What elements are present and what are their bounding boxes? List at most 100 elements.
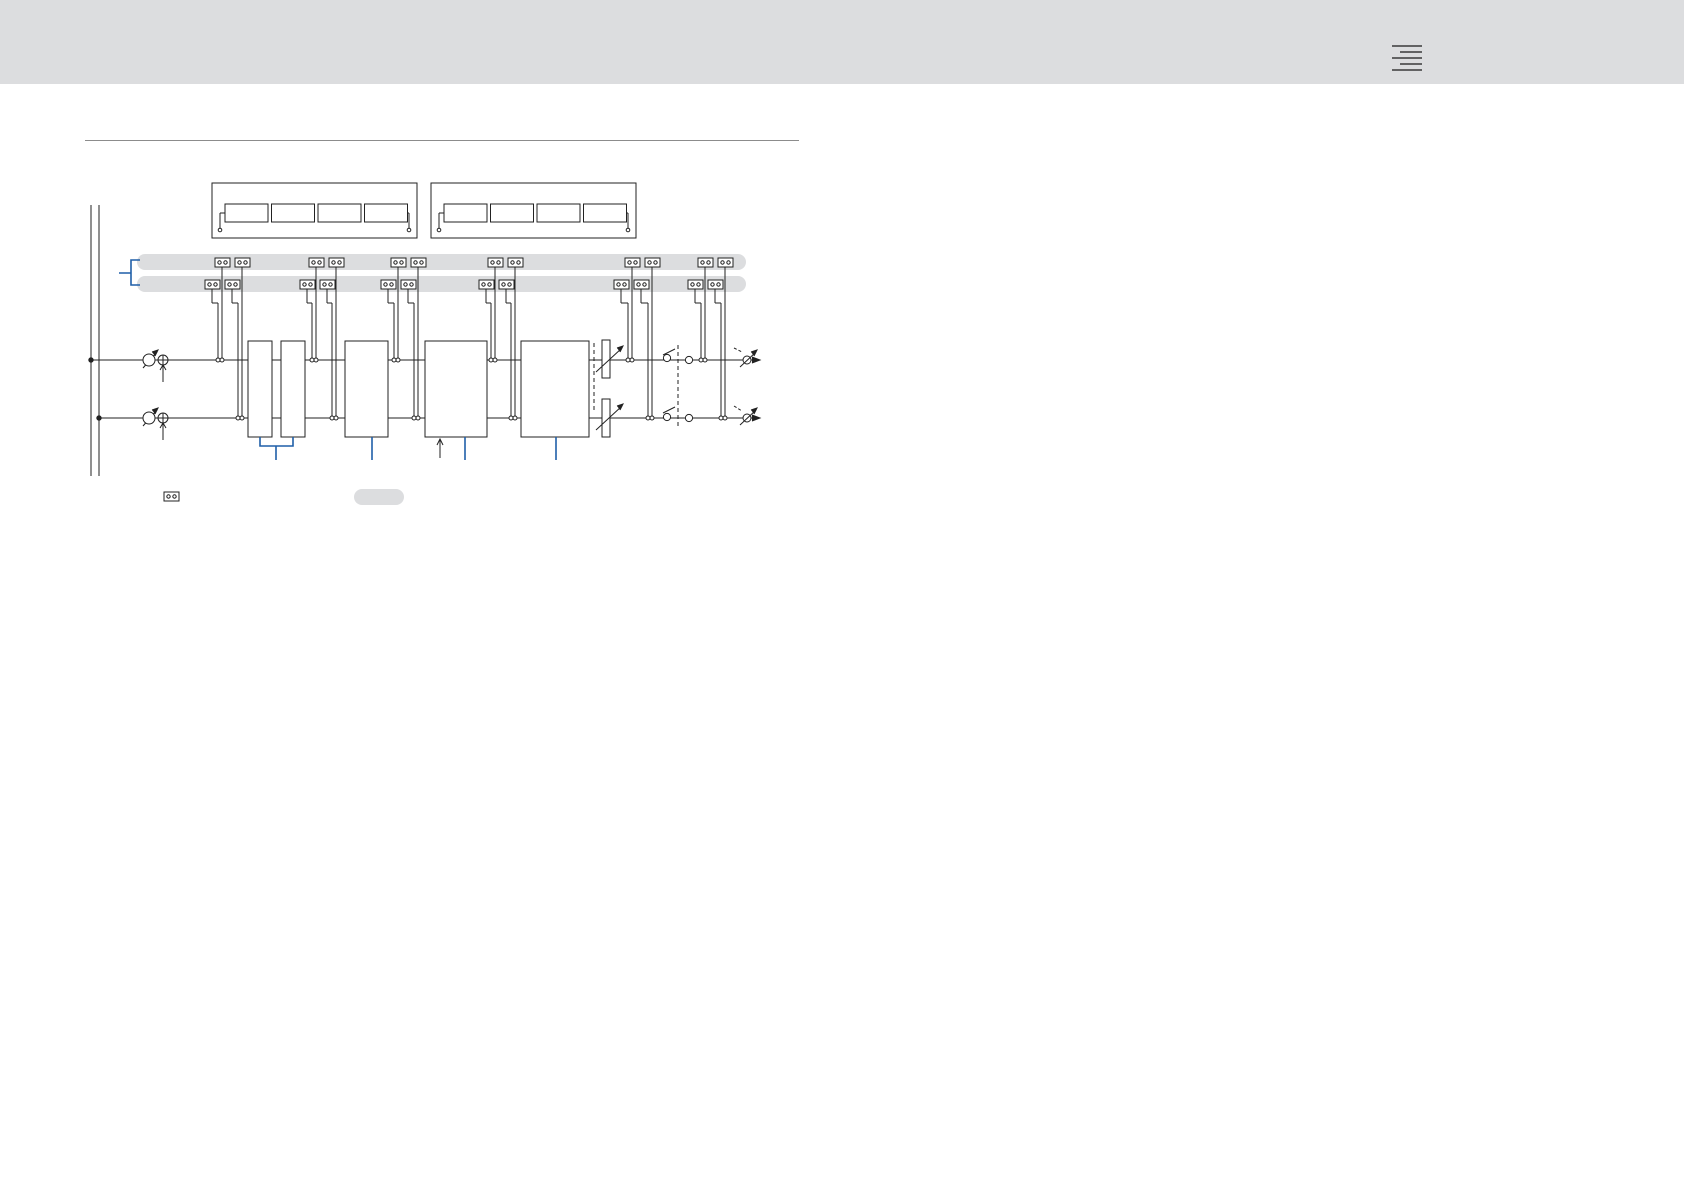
tap-point: [395, 357, 401, 363]
tap-point: [391, 357, 397, 363]
bus-bracket: [119, 259, 140, 286]
processing-block: [520, 340, 590, 438]
callout-bracket: [259, 437, 294, 460]
trim-knob: [142, 411, 156, 425]
jack-body: [697, 257, 714, 268]
tap-point: [698, 357, 704, 363]
tap-point: [215, 357, 221, 363]
patch-jack-icon: [390, 257, 407, 268]
jack-body: [624, 257, 641, 268]
jack-body: [478, 279, 495, 290]
tap-point: [625, 357, 631, 363]
tap-point: [649, 415, 655, 421]
arrow-head: [616, 345, 624, 353]
tap-point: [219, 357, 225, 363]
patch-jack-icon: [633, 279, 650, 290]
jack-body: [224, 279, 241, 290]
tap-point: [722, 415, 728, 421]
panel-slot: [583, 203, 627, 223]
patch-jack-icon: [697, 257, 714, 268]
switch-contact: [662, 412, 672, 422]
jack-body: [390, 257, 407, 268]
patch-jack-icon: [410, 257, 427, 268]
patch-jack-icon: [487, 257, 504, 268]
panel-slot: [271, 203, 315, 223]
processing-block: [424, 340, 488, 438]
signal-flow-diagram: [88, 182, 762, 505]
jack-body: [487, 257, 504, 268]
patch-jack-icon: [234, 257, 251, 268]
jack-body: [613, 279, 630, 290]
tap-point: [235, 415, 241, 421]
jack-body: [687, 279, 704, 290]
panel-slot: [536, 203, 581, 223]
patch-jack-icon: [717, 257, 734, 268]
jack-body: [308, 257, 325, 268]
patch-jack-icon: [478, 279, 495, 290]
patch-jack-icon: [163, 491, 180, 502]
jack-body: [380, 279, 397, 290]
arrow-head: [616, 403, 624, 411]
tap-point: [629, 357, 635, 363]
patch-jack-icon: [400, 279, 417, 290]
panel-slot: [317, 203, 362, 223]
switch-contact: [684, 413, 694, 423]
panel-terminal: [436, 227, 442, 233]
jack-body: [707, 279, 724, 290]
switch-blade: [662, 348, 676, 356]
processing-block: [280, 340, 306, 438]
switch-contact: [684, 355, 694, 365]
patch-jack-icon: [380, 279, 397, 290]
jack-body: [328, 257, 345, 268]
tap-point: [702, 357, 708, 363]
switch-blade: [662, 406, 676, 414]
patch-jack-icon: [644, 257, 661, 268]
patch-jack-icon: [613, 279, 630, 290]
tap-point: [508, 415, 514, 421]
panel-terminal: [217, 227, 223, 233]
legend: [163, 491, 180, 502]
patch-jack-icon: [498, 279, 515, 290]
panel-slot: [490, 203, 534, 223]
jack-body: [319, 279, 336, 290]
panel-slot: [443, 203, 488, 223]
bus-swatch: [354, 489, 404, 505]
fader: [601, 339, 611, 379]
tap-point: [333, 415, 339, 421]
jack-body: [498, 279, 515, 290]
arrow-head: [750, 349, 758, 357]
tap-point: [329, 415, 335, 421]
trim-knob: [142, 353, 156, 367]
patch-jack-icon: [319, 279, 336, 290]
patch-jack-icon: [687, 279, 704, 290]
tap-point: [411, 415, 417, 421]
output-dashed: [733, 347, 743, 412]
jack-body: [717, 257, 734, 268]
processing-block: [344, 340, 389, 438]
jack-body: [163, 491, 180, 502]
switch-contact: [662, 353, 672, 363]
jack-body: [644, 257, 661, 268]
patch-jack-icon: [308, 257, 325, 268]
tap-point: [492, 357, 498, 363]
tap-point: [309, 357, 315, 363]
jack-body: [400, 279, 417, 290]
panel-slot: [224, 203, 269, 223]
patch-jack-icon: [328, 257, 345, 268]
tap-point: [512, 415, 518, 421]
tap-point: [239, 415, 245, 421]
arrow-head: [751, 356, 762, 364]
jack-body: [204, 279, 221, 290]
panel-slot: [364, 203, 408, 223]
tap-point: [313, 357, 319, 363]
tap-point: [415, 415, 421, 421]
tap-point: [488, 357, 494, 363]
patch-jack-icon: [624, 257, 641, 268]
tap-point: [645, 415, 651, 421]
jack-body: [633, 279, 650, 290]
panel-terminal: [406, 227, 412, 233]
jack-body: [507, 257, 524, 268]
patch-jack-icon: [299, 279, 316, 290]
arrow-head: [751, 414, 762, 422]
patch-jack-icon: [707, 279, 724, 290]
